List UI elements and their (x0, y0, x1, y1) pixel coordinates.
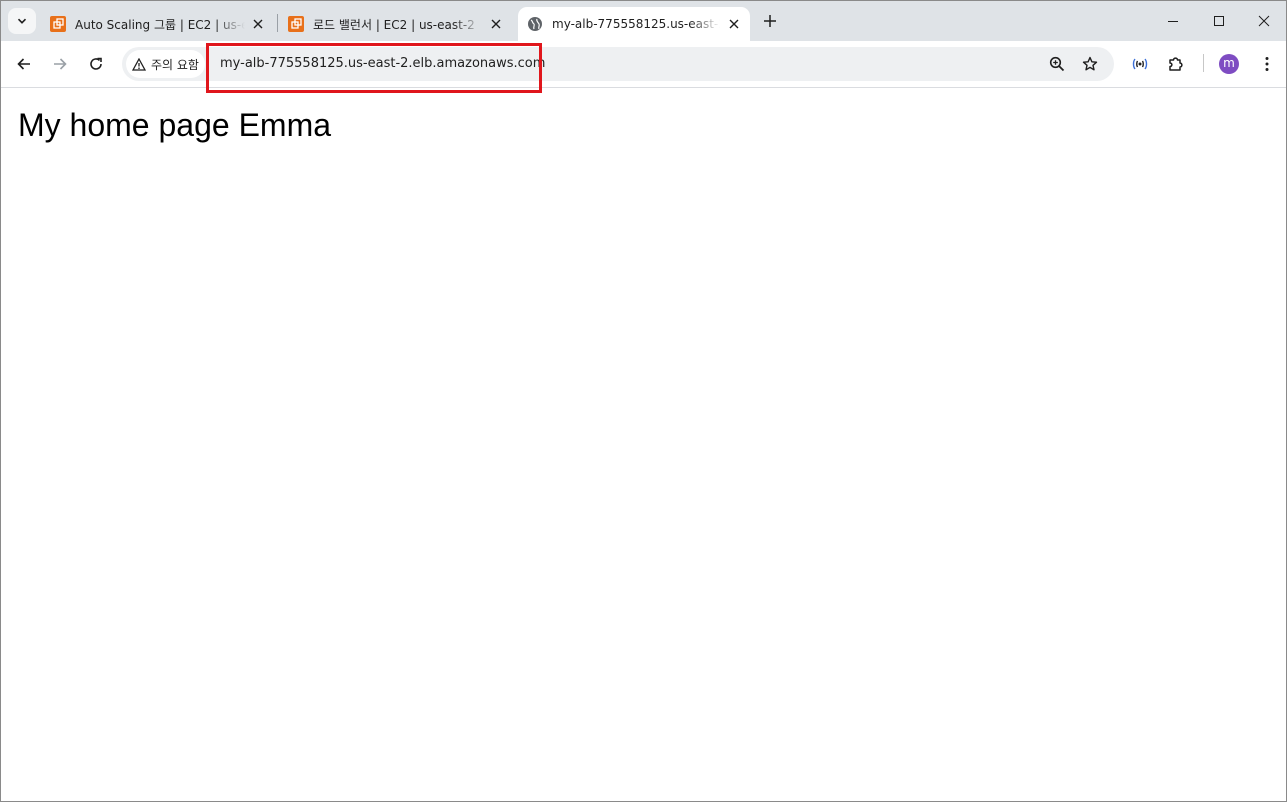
zoom-button[interactable] (1043, 50, 1071, 78)
globe-icon (528, 17, 542, 31)
broadcast-extension-icon (1132, 58, 1148, 70)
tab-search-button[interactable] (8, 8, 36, 34)
tab-title: my-alb-775558125.us-east-2.elb.amazonaws… (552, 17, 720, 31)
puzzle-icon (1169, 57, 1183, 71)
reload-button[interactable] (82, 50, 110, 78)
address-bar[interactable]: 주의 요함 my-alb-775558125.us-east-2.elb.ama… (122, 47, 1114, 81)
chevron-down-icon (17, 18, 27, 24)
minimize-button[interactable] (1151, 1, 1195, 41)
security-label: 주의 요함 (151, 57, 199, 72)
new-tab-button[interactable] (757, 9, 783, 33)
tab-close-button[interactable] (250, 16, 266, 32)
forward-button[interactable] (46, 50, 74, 78)
tab-title: Auto Scaling 그룹 | EC2 | us-east-2 (75, 17, 245, 32)
tab-alb-page[interactable]: my-alb-775558125.us-east-2.elb.amazonaws… (518, 7, 750, 41)
tab-auto-scaling[interactable]: Auto Scaling 그룹 | EC2 | us-east-2 (42, 7, 274, 41)
bookmark-button[interactable] (1076, 50, 1104, 78)
security-chip[interactable]: 주의 요함 (126, 50, 205, 78)
avatar: m (1219, 54, 1239, 74)
aws-console-icon (288, 16, 304, 32)
zoom-in-icon (1049, 56, 1065, 72)
aws-console-icon (50, 16, 66, 32)
minimize-icon (1168, 21, 1178, 22)
maximize-button[interactable] (1197, 1, 1241, 41)
browser-window: Auto Scaling 그룹 | EC2 | us-east-2 로드 밸런서… (0, 0, 1287, 802)
tab-load-balancer[interactable]: 로드 밸런서 | EC2 | us-east-2 (280, 7, 512, 41)
toolbar-divider (1203, 54, 1204, 72)
url-text[interactable]: my-alb-775558125.us-east-2.elb.amazonaws… (220, 47, 545, 81)
extensions-menu-button[interactable] (1162, 50, 1190, 78)
profile-button[interactable]: m (1215, 50, 1243, 78)
close-window-button[interactable] (1242, 1, 1286, 41)
tab-strip: Auto Scaling 그룹 | EC2 | us-east-2 로드 밸런서… (1, 1, 1286, 41)
tab-close-button[interactable] (488, 16, 504, 32)
tab-title: 로드 밸런서 | EC2 | us-east-2 (313, 17, 475, 32)
tab-separator (277, 14, 278, 32)
arrow-left-icon (17, 58, 30, 70)
tab-close-button[interactable] (726, 16, 742, 32)
reload-icon (90, 57, 102, 70)
warning-triangle-icon (132, 57, 146, 71)
maximize-icon (1214, 16, 1224, 26)
close-icon (1258, 15, 1270, 27)
page-content: My home page Emma (1, 88, 1286, 801)
arrow-right-icon (54, 58, 67, 70)
browser-toolbar: 주의 요함 my-alb-775558125.us-east-2.elb.ama… (1, 41, 1286, 88)
back-button[interactable] (10, 50, 38, 78)
close-icon (253, 19, 263, 29)
close-icon (729, 19, 739, 29)
plus-icon (764, 15, 776, 27)
page-heading: My home page Emma (18, 107, 332, 143)
close-icon (491, 19, 501, 29)
star-icon (1082, 56, 1098, 71)
menu-button[interactable] (1253, 50, 1281, 78)
extension-button[interactable] (1126, 50, 1154, 78)
more-vertical-icon (1265, 57, 1269, 71)
